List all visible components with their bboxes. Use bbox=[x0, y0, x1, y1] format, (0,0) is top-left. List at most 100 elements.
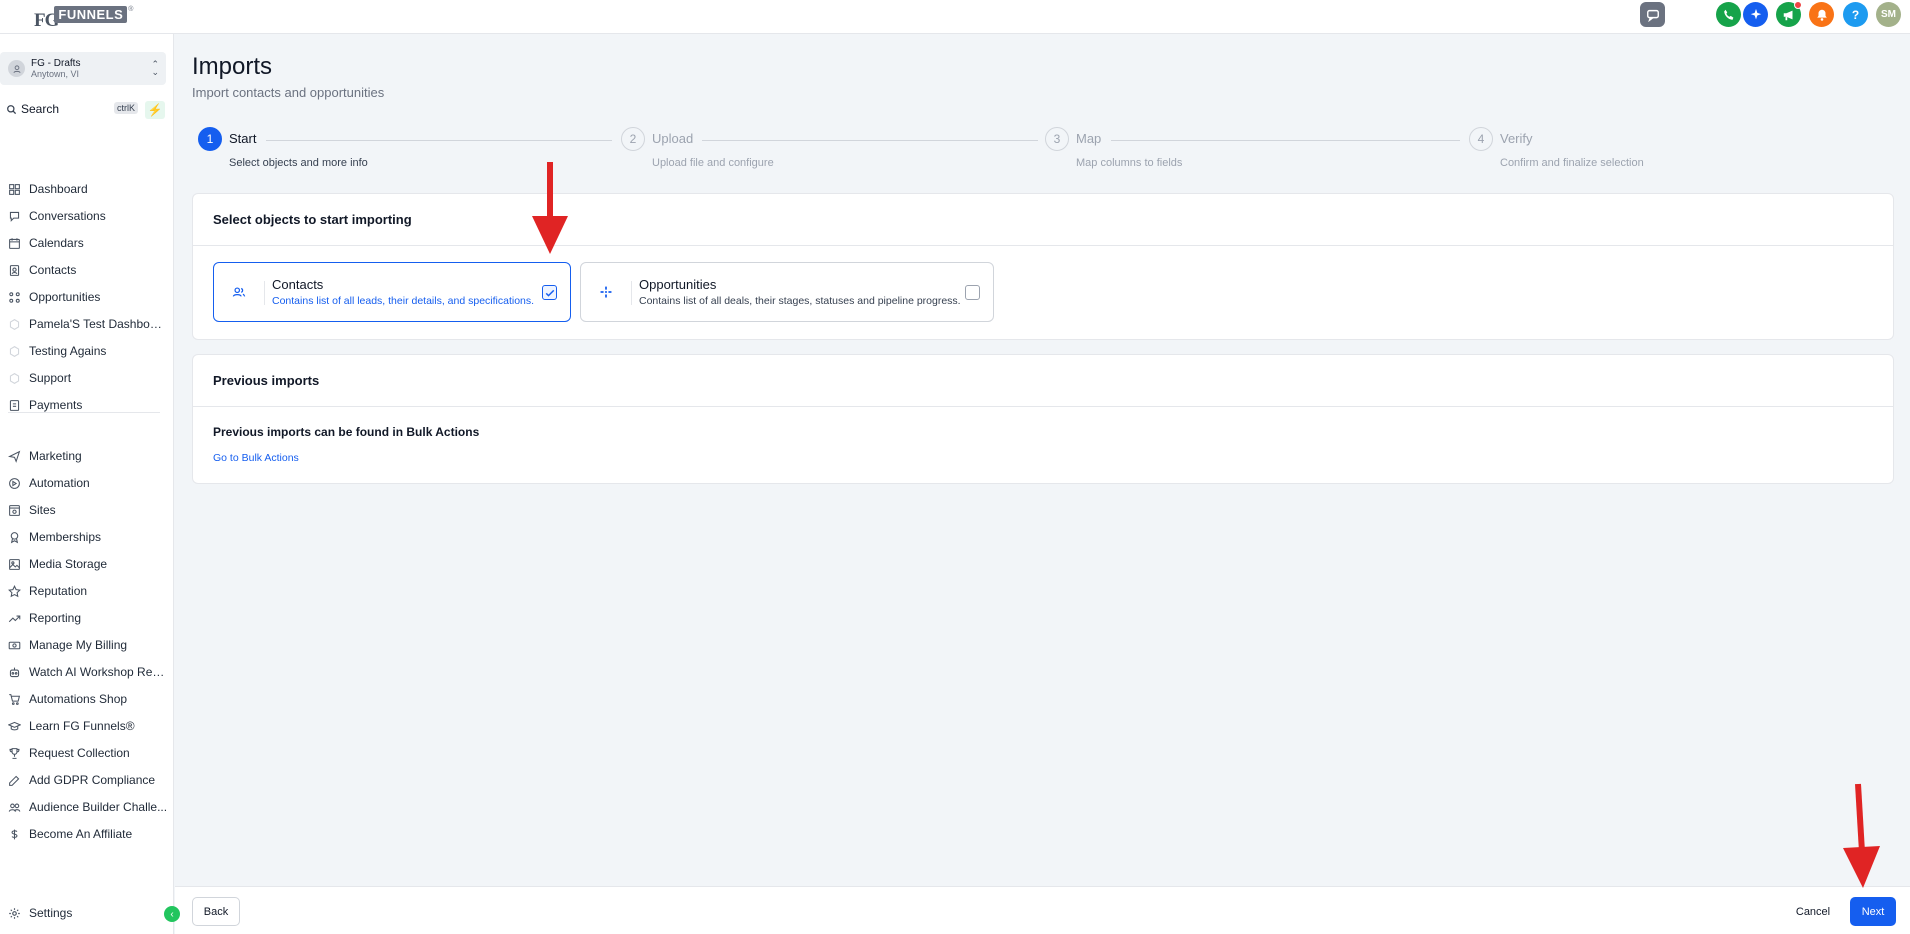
dashboard-icon bbox=[9, 183, 20, 195]
user-avatar[interactable]: SM bbox=[1876, 2, 1901, 27]
fg-funnels-logo[interactable]: FG FUNNELS ® bbox=[34, 6, 133, 36]
sidebar-item-support[interactable]: Support bbox=[8, 368, 168, 388]
step-label: Map bbox=[1076, 131, 1102, 146]
sidebar-item-calendars[interactable]: Calendars bbox=[8, 233, 168, 253]
account-switcher[interactable]: FG - Drafts Anytown, VI ⌃ ⌄ bbox=[0, 52, 166, 85]
select-objects-card: Select objects to start importing Contac… bbox=[192, 193, 1894, 340]
sidebar-item-label: Payments bbox=[29, 398, 83, 412]
step-label: Start bbox=[229, 131, 257, 146]
previous-imports-card: Previous imports Previous imports can be… bbox=[192, 354, 1894, 484]
account-location: Anytown, VI bbox=[31, 69, 80, 79]
megaphone-icon[interactable] bbox=[1776, 1, 1802, 27]
sidebar-item-label: Media Storage bbox=[29, 557, 108, 571]
option-separator bbox=[264, 281, 265, 305]
sidebar-item-label: Calendars bbox=[29, 236, 84, 250]
step-number: 4 bbox=[1469, 127, 1493, 151]
sidebar-item-marketing[interactable]: Marketing bbox=[8, 446, 168, 466]
star-icon bbox=[8, 584, 21, 597]
step-description: Map columns to fields bbox=[1076, 157, 1183, 169]
phone-icon[interactable] bbox=[1716, 2, 1741, 27]
step-description: Select objects and more info bbox=[229, 157, 368, 169]
sidebar-item-reputation[interactable]: Reputation bbox=[8, 581, 168, 601]
contacts-icon bbox=[232, 287, 246, 297]
sidebar-item-label: Audience Builder Challe... bbox=[29, 800, 168, 814]
contacts-icon bbox=[9, 264, 20, 276]
sites-icon bbox=[9, 504, 20, 516]
step-connector bbox=[1111, 140, 1460, 141]
sidebar-item-label: Testing Agains bbox=[29, 344, 107, 358]
page-title: Imports bbox=[192, 53, 273, 80]
back-button[interactable]: Back bbox=[192, 897, 240, 926]
robot-icon bbox=[9, 667, 20, 677]
sidebar-item-label: Automations Shop bbox=[29, 692, 128, 706]
previous-imports-heading: Previous imports bbox=[193, 355, 1893, 407]
step-label: Upload bbox=[652, 131, 694, 146]
sidebar-item-become-an-affiliate[interactable]: Become An Affiliate bbox=[8, 824, 168, 844]
sidebar-item-settings[interactable]: Settings bbox=[8, 903, 168, 923]
sidebar-item-request-collection[interactable]: Request Collection bbox=[8, 743, 168, 763]
contacts-option[interactable]: Contacts Contains list of all leads, the… bbox=[213, 262, 571, 322]
checkmark-icon bbox=[545, 289, 554, 297]
sparkle-icon[interactable] bbox=[1743, 2, 1768, 27]
step-label: Verify bbox=[1500, 131, 1533, 146]
bell-icon[interactable] bbox=[1809, 2, 1834, 27]
account-name: FG - Drafts bbox=[31, 58, 81, 69]
sidebar-item-label: Contacts bbox=[29, 263, 77, 277]
sidebar-item-label: Add GDPR Compliance bbox=[29, 773, 156, 787]
automation-icon bbox=[9, 477, 20, 489]
sidebar-item-label: Memberships bbox=[29, 530, 102, 544]
quick-actions-bolt-icon[interactable]: ⚡ bbox=[145, 101, 165, 119]
send-icon bbox=[8, 450, 21, 463]
contacts-checkbox[interactable] bbox=[542, 285, 557, 300]
option-separator bbox=[631, 281, 632, 305]
calendar-icon bbox=[9, 237, 20, 249]
dollar-icon bbox=[11, 829, 18, 839]
sidebar-item-opportunities[interactable]: Opportunities bbox=[8, 287, 168, 307]
sidebar-item-audience-builder-challe[interactable]: Audience Builder Challe... bbox=[8, 797, 168, 817]
sidebar-item-label: Pamela'S Test Dashboard... bbox=[29, 317, 168, 331]
sidebar-item-reporting[interactable]: Reporting bbox=[8, 608, 168, 628]
annotation-arrow-contacts bbox=[532, 162, 568, 254]
custom-link-icon bbox=[9, 345, 20, 357]
page-subtitle: Import contacts and opportunities bbox=[192, 85, 385, 100]
sidebar-item-learn-fg-funnels[interactable]: Learn FG Funnels® bbox=[8, 716, 168, 736]
search-shortcut: ctrlK bbox=[114, 102, 138, 114]
custom-link-icon bbox=[9, 318, 20, 330]
sidebar-item-media-storage[interactable]: Media Storage bbox=[8, 554, 168, 574]
opportunities-checkbox[interactable] bbox=[965, 285, 980, 300]
media-icon bbox=[9, 558, 20, 570]
sidebar-item-watch-ai-workshop-repl[interactable]: Watch AI Workshop Repl... bbox=[8, 662, 168, 682]
sidebar-item-conversations[interactable]: Conversations bbox=[8, 206, 168, 226]
sidebar-item-label: Opportunities bbox=[29, 290, 101, 304]
trend-icon bbox=[8, 615, 21, 622]
sidebar-item-memberships[interactable]: Memberships bbox=[8, 527, 168, 547]
search-label: Search bbox=[21, 102, 60, 116]
graduation-icon bbox=[8, 721, 21, 730]
sidebar-item-label: Learn FG Funnels® bbox=[29, 719, 135, 733]
next-button[interactable]: Next bbox=[1850, 897, 1896, 926]
top-bar: FG FUNNELS ® ? SM bbox=[0, 0, 1910, 34]
membership-icon bbox=[10, 531, 19, 543]
sidebar-item-contacts[interactable]: Contacts bbox=[8, 260, 168, 280]
sidebar-item-testing-agains[interactable]: Testing Agains bbox=[8, 341, 168, 361]
billing-icon bbox=[8, 641, 21, 649]
sidebar-item-automation[interactable]: Automation bbox=[8, 473, 168, 493]
previous-imports-text: Previous imports can be found in Bulk Ac… bbox=[213, 425, 480, 439]
sidebar-item-dashboard[interactable]: Dashboard bbox=[8, 179, 168, 199]
collapse-sidebar-button[interactable]: ‹ bbox=[164, 906, 180, 922]
chat-bubble-icon bbox=[9, 211, 20, 222]
sidebar-item-automations-shop[interactable]: Automations Shop bbox=[8, 689, 168, 709]
opportunities-option[interactable]: Opportunities Contains list of all deals… bbox=[580, 262, 994, 322]
go-to-bulk-actions-link[interactable]: Go to Bulk Actions bbox=[213, 452, 299, 464]
sidebar-item-label: Marketing bbox=[29, 449, 82, 463]
opportunities-icon bbox=[600, 286, 612, 298]
sidebar-item-add-gdpr-compliance[interactable]: Add GDPR Compliance bbox=[8, 770, 168, 790]
sidebar-item-sites[interactable]: Sites bbox=[8, 500, 168, 520]
trophy-icon bbox=[9, 747, 20, 759]
sidebar-item-manage-my-billing[interactable]: Manage My Billing bbox=[8, 635, 168, 655]
search-input[interactable]: Search ctrlK bbox=[6, 100, 138, 118]
help-icon[interactable]: ? bbox=[1843, 2, 1868, 27]
chat-icon[interactable] bbox=[1640, 2, 1665, 27]
sidebar-item-pamela-s-test-dashboard[interactable]: Pamela'S Test Dashboard... bbox=[8, 314, 168, 334]
cancel-button[interactable]: Cancel bbox=[1788, 897, 1838, 926]
